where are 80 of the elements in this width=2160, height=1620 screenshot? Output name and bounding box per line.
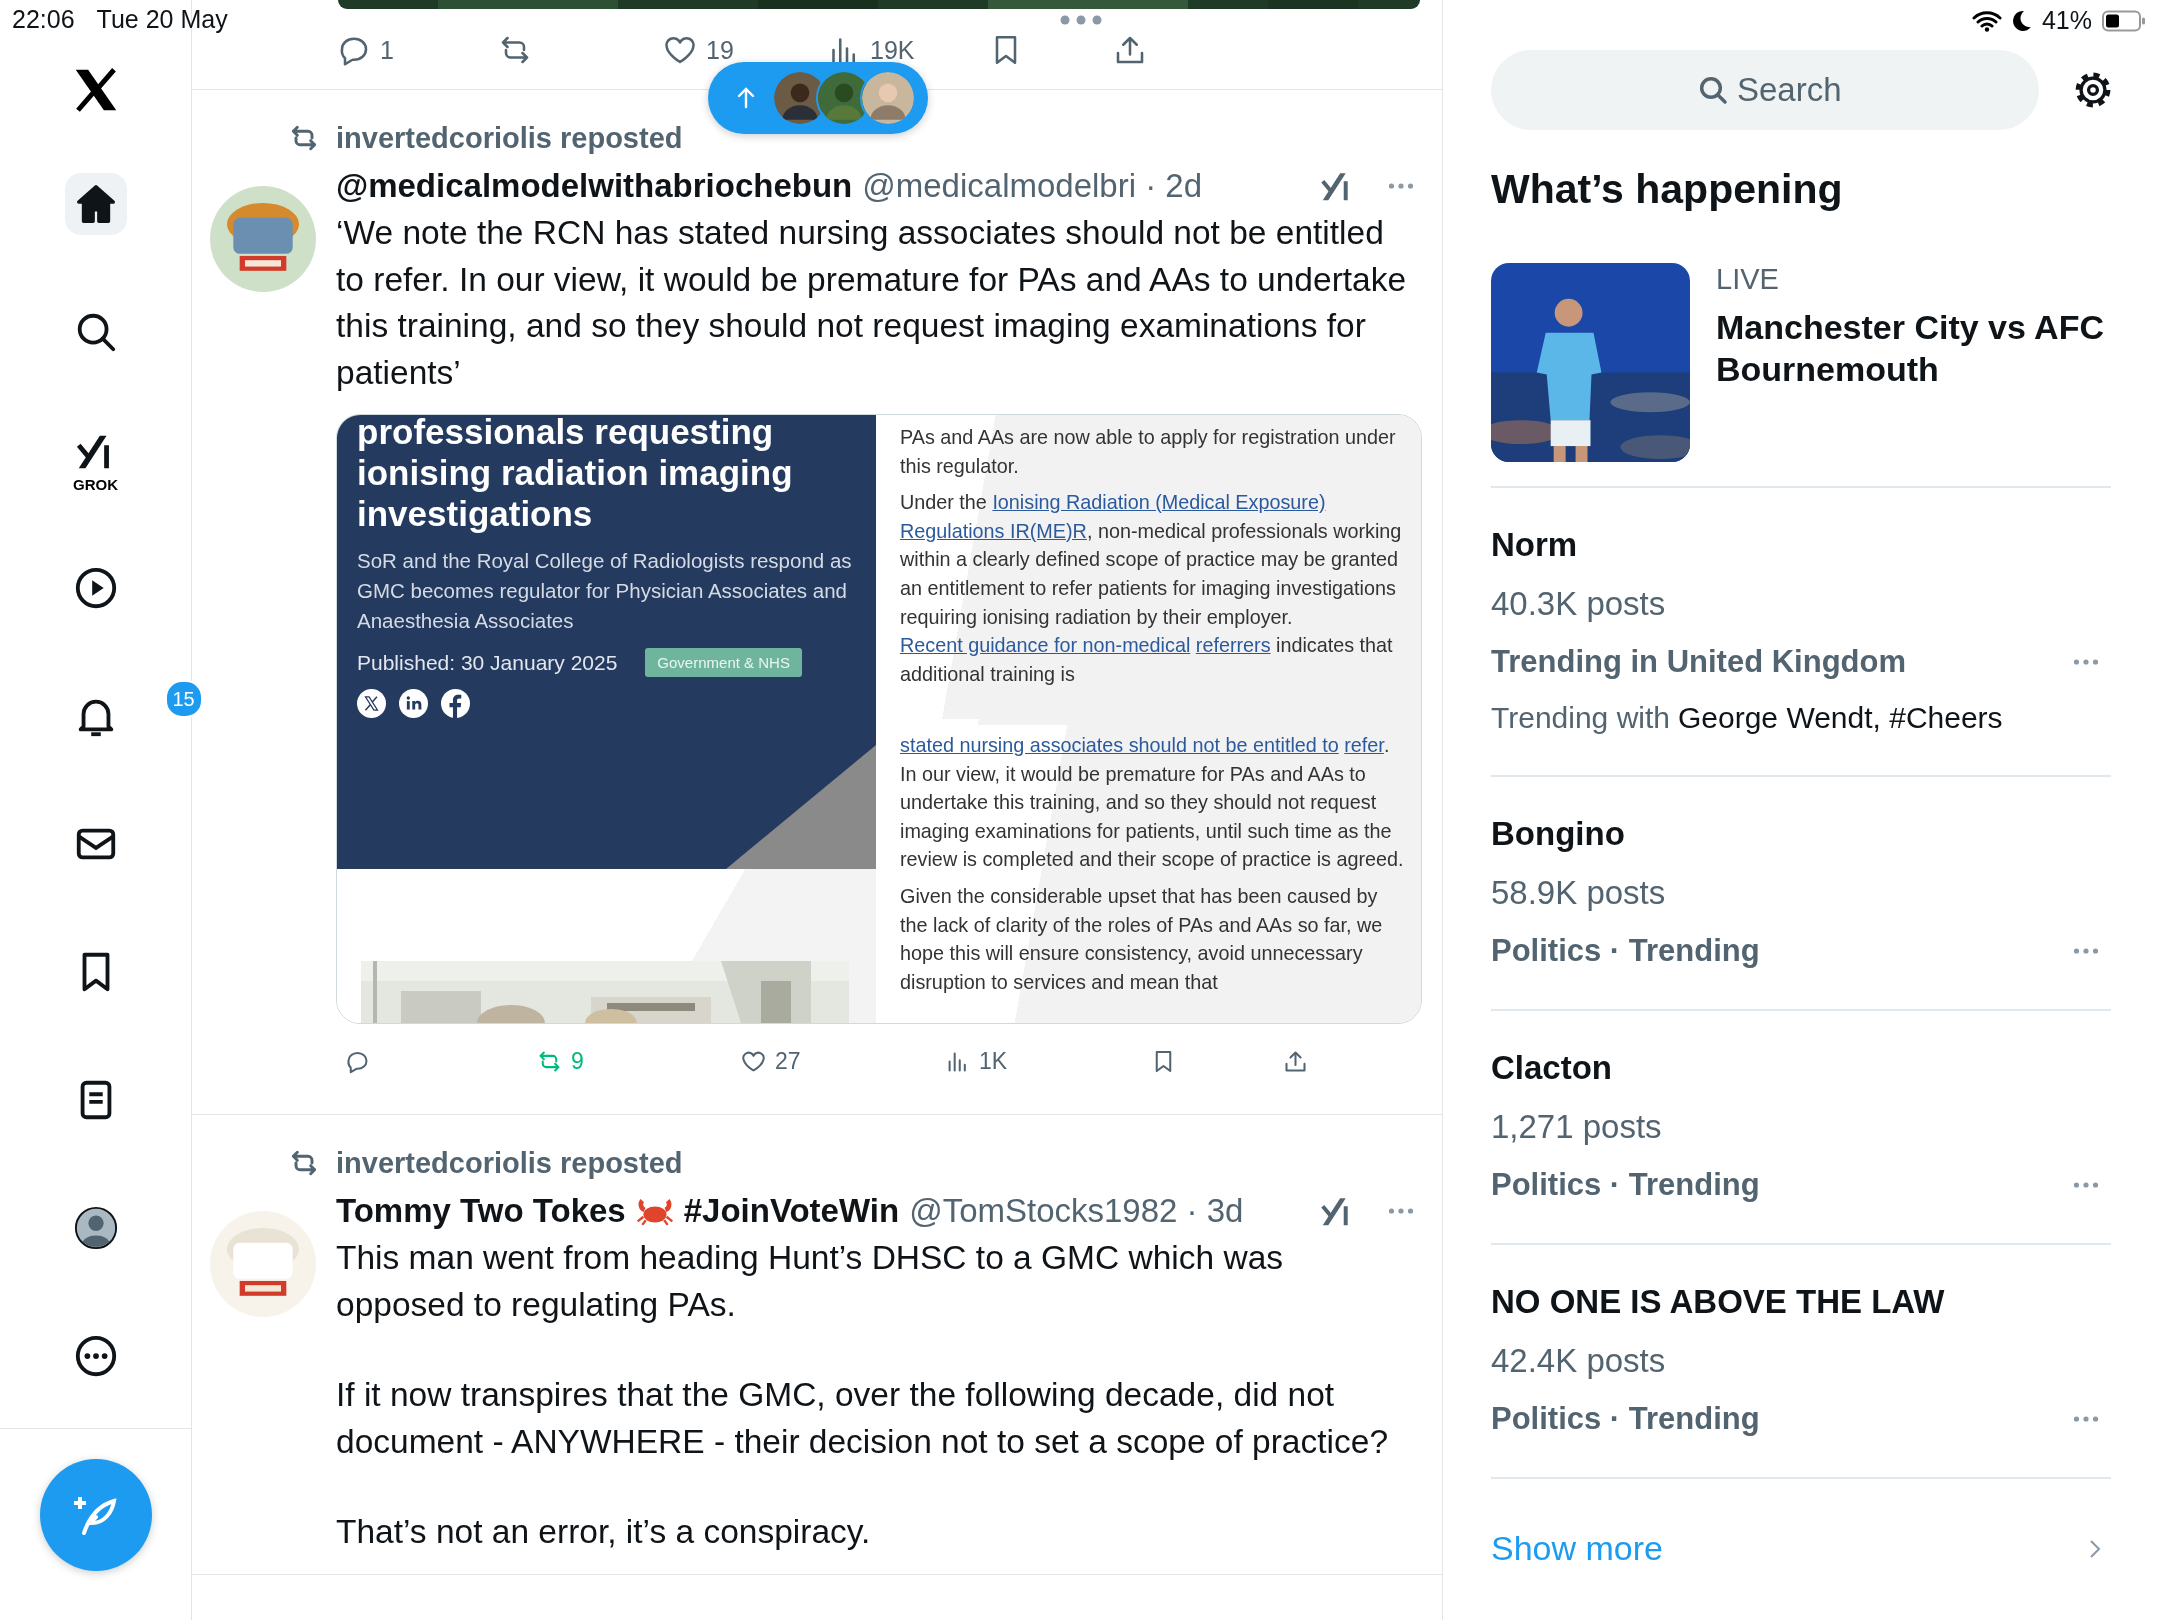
article-link[interactable]: Regulations IR(ME)R bbox=[900, 519, 1087, 542]
post-text: If it now transpires that the GMC, over the following decade, did not document - ANYWHERE - their decision not to set a scope of practice? bbox=[336, 1375, 1389, 1462]
author-name[interactable]: Tommy Two Tokes bbox=[336, 1192, 626, 1230]
featured-title: Manchester City vs AFC Bournemouth bbox=[1716, 307, 2105, 390]
compose-button[interactable] bbox=[39, 1459, 152, 1571]
search-field[interactable]: Search bbox=[1491, 50, 2039, 130]
search-icon bbox=[1697, 74, 1729, 106]
article-link[interactable]: stated nursing associates should not be entitled to bbox=[900, 734, 1339, 756]
trending-with-names: George Wendt, #Cheers bbox=[1678, 701, 2003, 735]
chevron-right-icon bbox=[2089, 1538, 2101, 1559]
live-label: LIVE bbox=[1716, 263, 1780, 296]
page-dots-icon bbox=[1060, 15, 1102, 25]
trend-post-count: 42.4K posts bbox=[1491, 1342, 1667, 1380]
battery-icon bbox=[2102, 9, 2146, 32]
article-link[interactable]: referrers bbox=[1195, 634, 1271, 657]
status-date: Tue 20 May bbox=[96, 5, 228, 34]
like-button[interactable]: 27 bbox=[740, 1047, 801, 1075]
battery-percent: 41% bbox=[2041, 6, 2092, 35]
views-button[interactable]: 1K bbox=[944, 1047, 1008, 1075]
handle-and-time[interactable]: @TomStocks1982 · 3d bbox=[909, 1192, 1244, 1230]
article-tag: Government & NHS bbox=[645, 648, 802, 677]
article-link[interactable]: refer bbox=[1344, 734, 1384, 756]
more-icon[interactable] bbox=[2073, 1415, 2099, 1423]
trend-topic: Bongino bbox=[1491, 815, 1626, 853]
author-name[interactable]: @medicalmodelwithabriochebun bbox=[336, 167, 853, 205]
article-paragraph: Under the Ionising Radiation (Medical Exposure) Regulations IR(ME)R, non-medical professionals working within a clearly defined scope of practice may be granted an entitlement to refer patients for imaging investigations requiring ionising radiation by their employer. Recent guidance for non-medical referrers indicates that additional training is bbox=[900, 490, 1403, 687]
trend-context: Politics · Trending bbox=[1491, 1401, 1761, 1437]
trend-post-count: 40.3K posts bbox=[1491, 585, 1667, 623]
post-text: ‘We note the RCN has stated nursing associates should not be entitled to refer. In our view, it would be premature for PAs and AAs to undertake this training, and so they should not request imaging examinations for patients’ bbox=[336, 213, 1408, 393]
nav-home-button[interactable] bbox=[64, 173, 127, 235]
facebook-icon bbox=[441, 689, 470, 718]
trend-item[interactable]: Clacton 1,271 posts Politics · Trending bbox=[1491, 1011, 2111, 1245]
trend-item[interactable]: NO ONE IS ABOVE THE LAW 42.4K posts Politics · Trending bbox=[1491, 1245, 2111, 1479]
trend-post-count: 58.9K posts bbox=[1491, 874, 1667, 912]
reposted-by[interactable]: invertedcoriolis reposted bbox=[336, 121, 683, 155]
nav-grok-button[interactable]: GROK bbox=[64, 419, 127, 501]
trend-item[interactable]: Bongino 58.9K posts Politics · Trending bbox=[1491, 777, 2111, 1011]
trend-context: Politics · Trending bbox=[1491, 933, 1761, 969]
article-subtitle: SoR and the Royal College of Radiologists respond as GMC becomes regulator for Physician Associates and Anaesthesia Associates bbox=[357, 548, 853, 634]
reposted-by[interactable]: invertedcoriolis reposted bbox=[336, 1146, 683, 1180]
trend-context: Trending in United Kingdom bbox=[1491, 644, 1908, 680]
like-button[interactable]: 19 bbox=[662, 32, 734, 68]
views-button[interactable]: 19K bbox=[826, 32, 915, 68]
trend-topic: Norm bbox=[1491, 526, 1579, 564]
trend-item[interactable]: Norm 40.3K posts Trending in United Kingdom Trending with George Wendt, #Cheers bbox=[1491, 488, 2111, 777]
featured-trend[interactable]: LIVE Manchester City vs AFC Bournemouth bbox=[1491, 263, 2111, 488]
grok-label: GROK bbox=[73, 475, 118, 493]
linkedin-icon bbox=[399, 689, 428, 718]
article-paragraph: stated nursing associates should not be entitled to refer. In our view, it would be premature for PAs and AAs to undertake this training, and so they should not request imaging examinations for patients, until such time as the review is completed and their scope of practice is agreed. bbox=[900, 733, 1405, 873]
article-title: professionals requesting ionising radiation imaging investigations bbox=[357, 415, 794, 534]
status-time: 22:06 bbox=[12, 5, 75, 34]
trend-context: Politics · Trending bbox=[1491, 1167, 1761, 1203]
new-posts-toast[interactable] bbox=[708, 62, 928, 134]
trend-topic: NO ONE IS ABOVE THE LAW bbox=[1491, 1283, 1946, 1321]
section-heading: What’s happening bbox=[1491, 166, 1844, 213]
notification-badge: 15 bbox=[164, 680, 203, 718]
trend-post-count: 1,271 posts bbox=[1491, 1108, 1663, 1146]
post-text: That’s not an error, it’s a conspiracy. bbox=[336, 1512, 872, 1552]
article-image[interactable] bbox=[336, 414, 1422, 1024]
wifi-icon bbox=[1971, 9, 2002, 32]
moon-icon bbox=[2011, 9, 2032, 32]
trend-topic: Clacton bbox=[1491, 1049, 1613, 1087]
author-hashtag[interactable]: #JoinVoteWin bbox=[683, 1192, 900, 1230]
more-icon[interactable] bbox=[2073, 947, 2099, 955]
post-text: This man went from heading Hunt’s DHSC to a GMC which was opposed to regulating PAs. bbox=[336, 1238, 1285, 1325]
more-icon[interactable] bbox=[2073, 658, 2099, 666]
more-icon[interactable] bbox=[2073, 1181, 2099, 1189]
more-icon[interactable] bbox=[1388, 1207, 1414, 1215]
x-share-icon bbox=[357, 689, 386, 718]
trending-with-label: Trending with bbox=[1491, 701, 1670, 735]
more-icon[interactable] bbox=[1388, 182, 1414, 190]
article-paragraph: PAs and AAs are now able to apply for registration under this regulator. bbox=[900, 425, 1397, 479]
article-link[interactable]: Recent guidance for non-medical bbox=[900, 634, 1191, 657]
crab-icon bbox=[635, 1196, 674, 1226]
article-link[interactable]: Ionising Radiation (Medical Exposure) bbox=[992, 491, 1326, 514]
article-paragraph: Given the considerable upset that has been caused by the lack of clarity of the roles of PAs and AAs so far, we hope this will ensure consistency, avoid unnecessary disruption to services and mean that bbox=[900, 883, 1384, 995]
arrow-up-icon bbox=[736, 86, 756, 110]
reply-button[interactable]: 1 bbox=[336, 32, 394, 68]
handle-and-time[interactable]: @medicalmodelbri · 2d bbox=[862, 167, 1203, 205]
article-date: Published: 30 January 2025 bbox=[357, 650, 618, 675]
